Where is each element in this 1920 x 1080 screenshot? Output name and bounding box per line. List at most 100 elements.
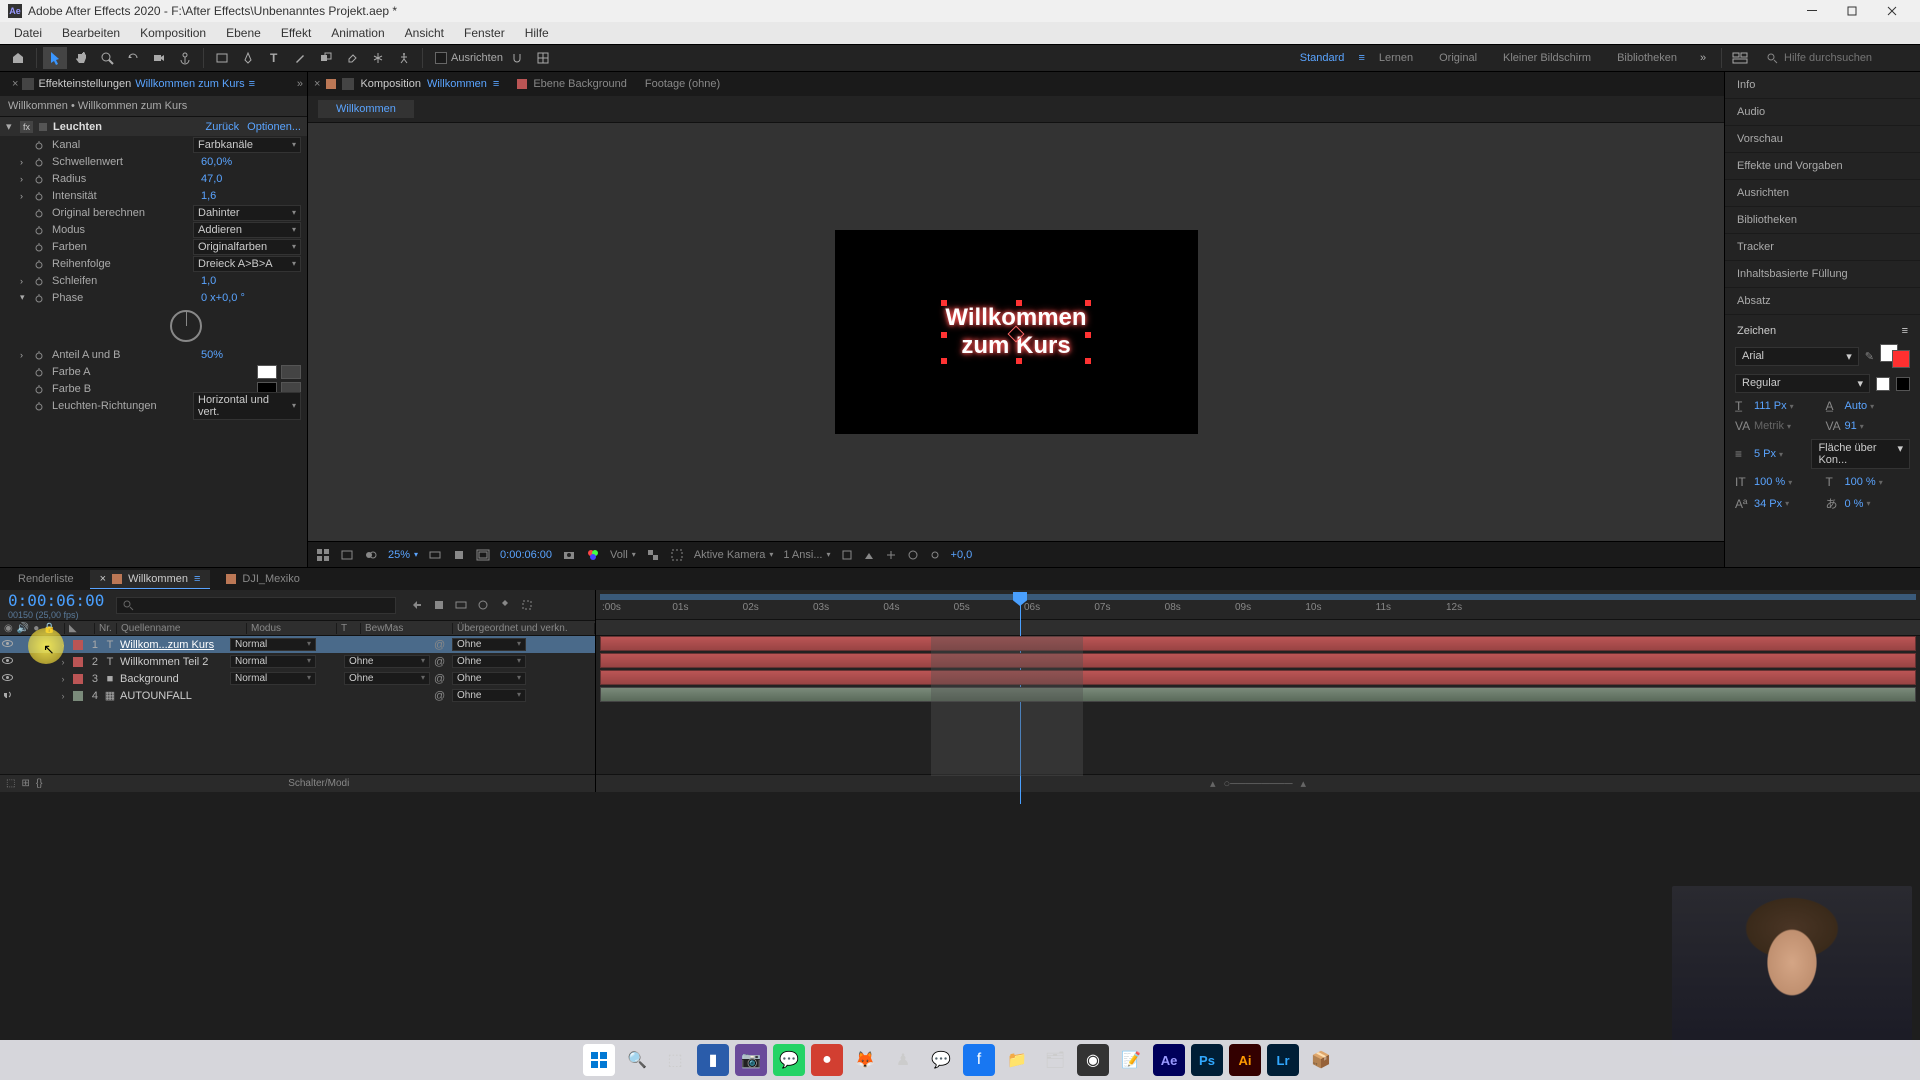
transparency-icon[interactable] — [646, 548, 660, 562]
stroke-option-dropdown[interactable]: Fläche über Kon...▾ — [1811, 439, 1910, 469]
radius-value[interactable]: 47,0 — [201, 173, 301, 185]
facebook-icon[interactable]: f — [963, 1044, 995, 1076]
panel-menu-icon[interactable]: ≡ — [1902, 325, 1908, 337]
viewer-mask-icon[interactable] — [364, 548, 378, 562]
layer-name[interactable]: AUTOUNFALL — [118, 690, 230, 702]
tl-icon3[interactable] — [452, 596, 470, 614]
taskbar-app2[interactable]: 📷 — [735, 1044, 767, 1076]
color-toggle[interactable] — [1876, 377, 1890, 391]
panel-overflow[interactable]: » — [297, 78, 303, 90]
track-area[interactable] — [596, 636, 1920, 774]
taskbar-app4[interactable]: ♟ — [887, 1044, 919, 1076]
pickwhip-icon[interactable]: @ — [434, 639, 448, 651]
tl-footer-icon2[interactable]: ⊞ — [21, 778, 29, 789]
panel-inhaltsbasierte[interactable]: Inhaltsbasierte Füllung — [1725, 261, 1920, 288]
snap-tool[interactable] — [505, 47, 529, 69]
menu-fenster[interactable]: Fenster — [454, 24, 515, 42]
tl-footer-icon1[interactable]: ⬚ — [6, 778, 15, 789]
stopwatch-icon[interactable] — [32, 240, 46, 254]
illustrator-icon[interactable]: Ai — [1229, 1044, 1261, 1076]
panel-absatz[interactable]: Absatz — [1725, 288, 1920, 315]
layer-row-1[interactable]: ›1TWillkom...zum KursNormal▾@Ohne▾ — [0, 636, 595, 653]
kerning-value[interactable]: Metrik — [1754, 420, 1784, 432]
menu-hilfe[interactable]: Hilfe — [515, 24, 559, 42]
panel-info[interactable]: Info — [1725, 72, 1920, 99]
taskbar-app3[interactable]: ● — [811, 1044, 843, 1076]
grid-tool[interactable] — [531, 47, 555, 69]
minimize-button[interactable] — [1792, 0, 1832, 22]
stroke-color-swatch[interactable] — [1892, 350, 1910, 368]
intensitat-value[interactable]: 1,6 — [201, 190, 301, 202]
safe-zones-icon[interactable] — [476, 548, 490, 562]
rotate-tool[interactable] — [121, 47, 145, 69]
layer-name[interactable]: Willkommen Teil 2 — [118, 656, 230, 668]
stopwatch-icon[interactable] — [32, 291, 46, 305]
workspace-lernen[interactable]: Lernen — [1367, 48, 1425, 68]
footage-tab[interactable]: Footage (ohne) — [645, 78, 720, 90]
eye-toggle[interactable] — [0, 689, 14, 703]
view-icon3[interactable] — [885, 549, 897, 561]
eyedropper-icon[interactable] — [281, 365, 301, 379]
phase-dial[interactable] — [170, 310, 202, 342]
workspace-original[interactable]: Original — [1427, 48, 1489, 68]
eyedropper-icon[interactable]: ✎ — [1865, 350, 1874, 363]
tl-icon5[interactable] — [496, 596, 514, 614]
timeline-timecode[interactable]: 0:00:06:00 — [8, 591, 104, 610]
view-icon1[interactable] — [841, 549, 853, 561]
layer-bar-3[interactable] — [600, 670, 1916, 685]
view-dropdown[interactable]: 1 Ansi... ▾ — [783, 549, 830, 561]
tl-icon2[interactable] — [430, 596, 448, 614]
stopwatch-icon[interactable] — [32, 172, 46, 186]
tsume-value[interactable]: 0 % — [1845, 498, 1864, 510]
camera-tool[interactable] — [147, 47, 171, 69]
stopwatch-icon[interactable] — [32, 382, 46, 396]
label-color[interactable] — [73, 657, 83, 667]
workspace-standard[interactable]: Standard — [1288, 48, 1357, 68]
effect-options-link[interactable]: Optionen... — [247, 121, 301, 133]
viewer-rect-icon[interactable] — [340, 548, 354, 562]
expand-toggle[interactable]: › — [56, 674, 70, 684]
eye-toggle[interactable] — [0, 672, 14, 686]
stopwatch-icon[interactable] — [32, 223, 46, 237]
label-color[interactable] — [73, 640, 83, 650]
brush-tool[interactable] — [288, 47, 312, 69]
timeline-ruler[interactable]: :00s01s02s03s04s05s06s07s08s09s10s11s12s — [596, 590, 1920, 620]
taskbar-app6[interactable]: 📦 — [1305, 1044, 1337, 1076]
search-taskbar-icon[interactable]: 🔍 — [621, 1044, 653, 1076]
help-search-input[interactable] — [1784, 52, 1914, 64]
tab-willkommen[interactable]: ×Willkommen≡ — [90, 570, 211, 589]
help-search[interactable] — [1766, 52, 1914, 64]
label-color[interactable] — [73, 691, 83, 701]
pickwhip-icon[interactable]: @ — [434, 673, 448, 685]
stopwatch-icon[interactable] — [32, 348, 46, 362]
taskbar-app1[interactable]: ▮ — [697, 1044, 729, 1076]
workspace-kleiner[interactable]: Kleiner Bildschirm — [1491, 48, 1603, 68]
layer-name[interactable]: Background — [118, 673, 230, 685]
workspace-bibliotheken[interactable]: Bibliotheken — [1605, 48, 1689, 68]
leading-value[interactable]: Auto — [1845, 400, 1868, 412]
anchor-tool[interactable] — [173, 47, 197, 69]
close-button[interactable] — [1872, 0, 1912, 22]
tl-icon6[interactable] — [518, 596, 536, 614]
richtungen-dropdown[interactable]: Horizontal und vert.▾ — [193, 392, 301, 420]
expand-toggle[interactable]: › — [56, 691, 70, 701]
whatsapp-icon[interactable]: 💬 — [773, 1044, 805, 1076]
workspace-more[interactable]: » — [1691, 47, 1715, 69]
comp-subtab-chip[interactable]: Willkommen — [318, 100, 414, 118]
panel-vorschau[interactable]: Vorschau — [1725, 126, 1920, 153]
trkmat-dropdown[interactable]: Ohne▾ — [344, 672, 430, 685]
eye-toggle[interactable] — [0, 638, 14, 652]
start-button[interactable] — [583, 1044, 615, 1076]
effect-reset-link[interactable]: Zurück — [206, 121, 240, 133]
eraser-tool[interactable] — [340, 47, 364, 69]
clone-tool[interactable] — [314, 47, 338, 69]
selection-tool[interactable] — [43, 47, 67, 69]
align-checkbox[interactable]: Ausrichten — [435, 52, 503, 64]
trkmat-dropdown[interactable]: Ohne▾ — [344, 655, 430, 668]
switch-modes-label[interactable]: Schalter/Modi — [288, 778, 349, 789]
font-style-dropdown[interactable]: Regular▾ — [1735, 374, 1870, 393]
ebene-tab[interactable]: Ebene Background — [517, 78, 627, 90]
original-dropdown[interactable]: Dahinter▾ — [193, 205, 301, 221]
composition-tab[interactable]: × Komposition Willkommen ≡ — [314, 78, 499, 90]
home-button[interactable] — [6, 47, 30, 69]
